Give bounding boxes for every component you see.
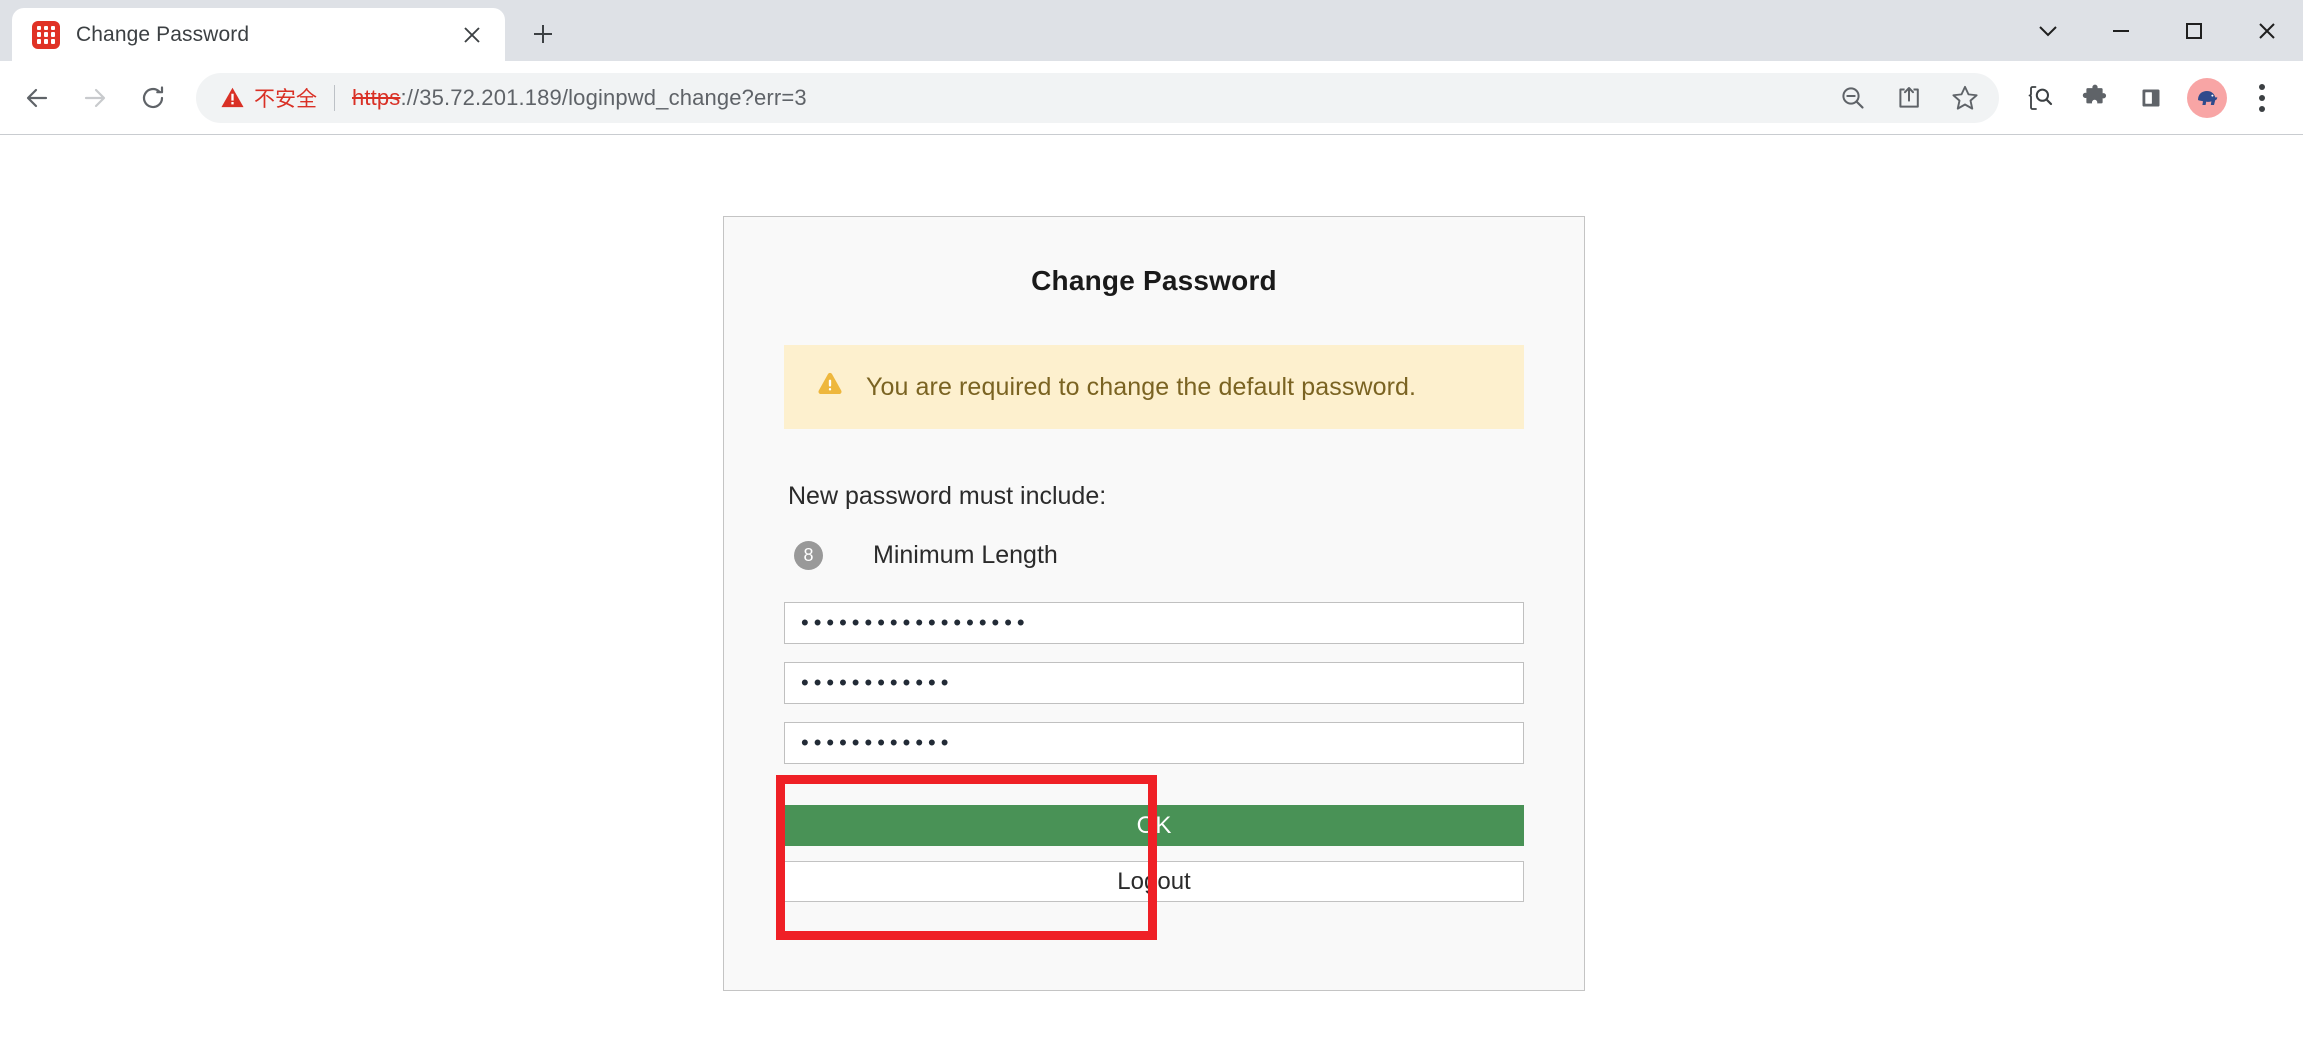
new-tab-button[interactable] — [519, 10, 567, 58]
close-icon[interactable] — [455, 18, 489, 52]
omnibox-actions — [1825, 70, 1993, 126]
window-controls — [2011, 0, 2303, 61]
password-fields: •••••••••••••••••• •••••••••••• ••••••••… — [784, 602, 1524, 764]
new-password-input[interactable]: •••••••••••• — [784, 662, 1524, 704]
grid-icon — [32, 20, 60, 49]
requirements-heading: New password must include: — [788, 482, 1107, 510]
alert-message: You are required to change the default p… — [866, 372, 1417, 401]
profile-avatar-image — [2187, 77, 2227, 118]
tab-title: Change Password — [76, 22, 250, 46]
alert-banner: You are required to change the default p… — [784, 345, 1524, 429]
ok-button[interactable]: OK — [784, 805, 1524, 846]
share-icon[interactable] — [1881, 70, 1937, 126]
avatar[interactable] — [2179, 70, 2235, 126]
side-panel-icon[interactable] — [2123, 70, 2179, 126]
status-badge: 8 — [794, 541, 823, 570]
browser-toolbar: 不安全 https://35.72.201.189/loginpwd_chang… — [0, 61, 2303, 135]
warning-triangle-icon — [816, 370, 844, 405]
rule-minimum-length: 8 Minimum Length — [784, 541, 1524, 570]
close-window-icon[interactable] — [2230, 0, 2303, 61]
tab-search-chevron-down-icon[interactable] — [2011, 0, 2084, 61]
current-password-input[interactable]: •••••••••••••••••• — [784, 602, 1524, 644]
url-scheme: https — [352, 84, 401, 110]
reload-button[interactable] — [124, 69, 182, 127]
address-bar[interactable]: 不安全 https://35.72.201.189/loginpwd_chang… — [196, 70, 1999, 126]
chrome-menu-icon[interactable] — [2235, 69, 2289, 127]
url-rest: ://35.72.201.189/loginpwd_change?err=3 — [400, 84, 807, 110]
back-button[interactable] — [8, 69, 66, 127]
warning-triangle-icon — [220, 85, 245, 110]
tab-strip: Change Password — [0, 0, 2303, 61]
minimize-icon[interactable] — [2084, 0, 2157, 61]
url-text: https://35.72.201.189/loginpwd_change?er… — [352, 85, 1825, 111]
extensions-puzzle-icon[interactable] — [2067, 70, 2123, 126]
forward-button — [66, 69, 124, 127]
inspect-search-icon[interactable] — [2011, 70, 2067, 126]
form-actions: OK Logout — [784, 805, 1524, 902]
browser-window: Change Password 不安全 https://35.72.201.18… — [0, 0, 2303, 1046]
zoom-out-icon[interactable] — [1825, 70, 1881, 126]
rule-label: Minimum Length — [873, 541, 1058, 569]
logout-button[interactable]: Logout — [784, 861, 1524, 902]
browser-tab[interactable]: Change Password — [12, 8, 505, 61]
maximize-icon[interactable] — [2157, 0, 2230, 61]
confirm-password-input[interactable]: •••••••••••• — [784, 722, 1524, 764]
change-password-card: Change Password You are required to chan… — [723, 216, 1585, 991]
security-status-label: 不安全 — [254, 87, 317, 111]
page-title: Change Password — [1031, 265, 1277, 296]
omnibox-divider — [334, 84, 335, 111]
page-viewport: Change Password You are required to chan… — [0, 135, 2303, 1046]
bookmark-star-icon[interactable] — [1937, 70, 1993, 126]
